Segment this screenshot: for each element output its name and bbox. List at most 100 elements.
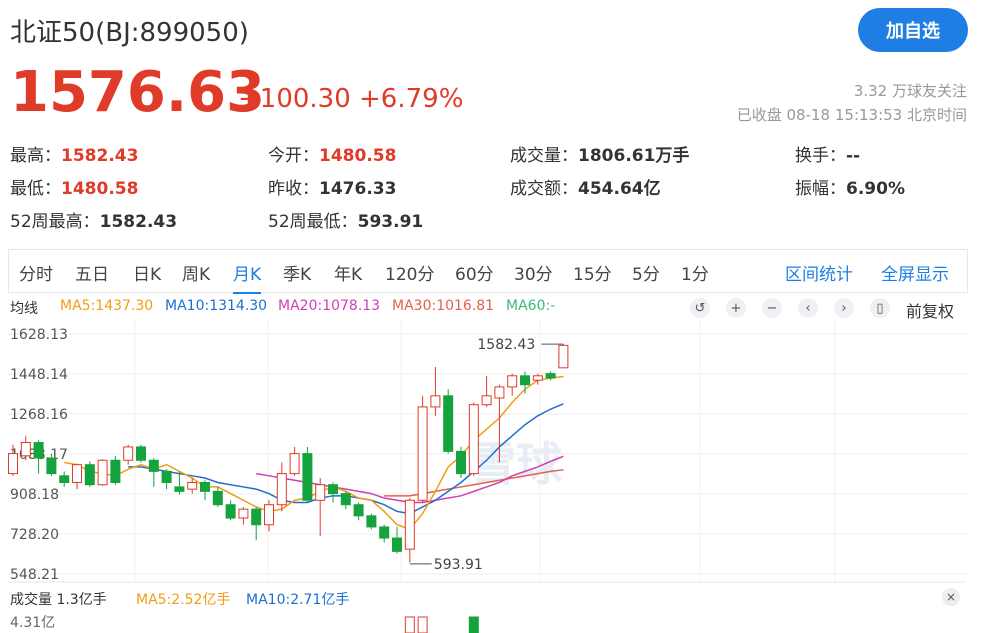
- high-marker-label: 1582.43: [477, 337, 535, 353]
- stat-value: 1476.33: [319, 179, 397, 199]
- stat-label: 今开：: [268, 146, 319, 166]
- volume-bar: [404, 616, 415, 633]
- candle-body: [59, 475, 70, 483]
- scroll-right-icon[interactable]: ›: [834, 298, 854, 318]
- tab-15min[interactable]: 15分: [573, 260, 612, 285]
- stat-item: 最高：1582.43: [10, 141, 138, 166]
- stat-label: 52周最高：: [10, 212, 100, 232]
- stat-item: 52周最低：593.91: [268, 207, 423, 232]
- tab-1min[interactable]: 1分: [681, 260, 709, 285]
- stat-value: 6.90%: [846, 179, 905, 199]
- candle-body: [404, 499, 415, 550]
- stat-item: 振幅：6.90%: [795, 174, 905, 199]
- index-title: 北证50(BJ:899050): [10, 18, 249, 48]
- price-change: +100.30 +6.79%: [238, 84, 464, 114]
- fullscreen-link[interactable]: 全屏显示: [881, 260, 949, 285]
- stat-value: 1480.58: [319, 146, 397, 166]
- y-tick-label: 908.18: [10, 487, 59, 503]
- ma10-value: MA10:1314.30: [165, 298, 268, 314]
- adjust-mode-selector[interactable]: 前复权: [906, 298, 954, 322]
- range-stats-link[interactable]: 区间统计: [785, 260, 853, 285]
- candle-body: [545, 373, 556, 379]
- stat-item: 52周最高：1582.43: [10, 207, 177, 232]
- tab-week-k[interactable]: 周K: [182, 260, 210, 285]
- y-tick-label: 548.21: [10, 567, 59, 583]
- stat-label: 最高：: [10, 146, 61, 166]
- candle-body: [366, 515, 377, 528]
- candle-body: [468, 404, 479, 475]
- candle-body: [430, 395, 441, 408]
- stat-item: 换手：--: [795, 141, 860, 166]
- stat-label: 振幅：: [795, 179, 846, 199]
- y-tick-label: 1268.16: [10, 407, 68, 423]
- volume-bar: [417, 616, 428, 633]
- stat-value: 1480.58: [61, 179, 139, 199]
- stat-value: --: [846, 146, 861, 166]
- candle-body: [328, 484, 338, 495]
- volume-label: 成交量 1.3亿手: [10, 592, 107, 608]
- period-tabs: 分时 五日 日K 周K 月K 季K 年K 120分 60分 30分 15分 5分…: [8, 249, 968, 294]
- candle-body: [46, 457, 57, 475]
- tab-30min[interactable]: 30分: [514, 260, 553, 285]
- tab-five-day[interactable]: 五日: [75, 260, 109, 285]
- stat-value: 454.64亿: [578, 179, 661, 199]
- tab-year-k[interactable]: 年K: [334, 260, 362, 285]
- tab-minute[interactable]: 分时: [19, 260, 53, 285]
- candle-body: [136, 446, 146, 461]
- tab-60min[interactable]: 60分: [455, 260, 494, 285]
- candle-body: [353, 504, 364, 517]
- stat-label: 52周最低：: [268, 212, 358, 232]
- stat-label: 成交量：: [510, 146, 578, 166]
- stat-value: 1582.43: [61, 146, 139, 166]
- ma30-value: MA30:1016.81: [392, 298, 495, 314]
- candle-body: [264, 504, 274, 526]
- stat-value: 593.91: [357, 212, 424, 232]
- zoom-in-icon[interactable]: +: [726, 298, 746, 318]
- candle-body: [392, 537, 402, 552]
- candle-body: [187, 481, 198, 490]
- candle-body: [443, 395, 454, 452]
- volume-bar: [468, 616, 479, 633]
- candle-body: [289, 453, 300, 475]
- candle-body: [532, 375, 543, 381]
- tab-120min[interactable]: 120分: [385, 260, 434, 285]
- scroll-left-icon[interactable]: ‹: [798, 298, 818, 318]
- candle-body: [72, 464, 82, 483]
- candle-style-icon[interactable]: ▯: [870, 298, 890, 318]
- tab-quarter-k[interactable]: 季K: [283, 260, 311, 285]
- y-tick-label: 728.20: [10, 527, 59, 543]
- y-tick-label: 1628.13: [10, 327, 68, 343]
- close-volume-icon[interactable]: ×: [942, 588, 960, 606]
- tab-day-k[interactable]: 日K: [133, 260, 161, 285]
- candle-body: [315, 484, 326, 501]
- low-marker-label: 593.91: [434, 557, 483, 573]
- candle-body: [558, 344, 569, 369]
- candle-body: [174, 486, 185, 492]
- candle-body: [212, 490, 223, 506]
- stat-item: 成交量：1806.61万手: [510, 141, 689, 166]
- stat-item: 今开：1480.58: [268, 141, 396, 166]
- candle-body: [123, 446, 134, 461]
- candle-body: [20, 441, 31, 457]
- candle-body: [302, 453, 313, 501]
- volume-ma10: MA10:2.71亿手: [246, 592, 350, 608]
- candle-body: [251, 508, 262, 526]
- ma5-value: MA5:1437.30: [60, 298, 154, 314]
- close-time: 已收盘 08-18 15:13:53 北京时间: [736, 106, 967, 124]
- tab-5min[interactable]: 5分: [632, 260, 660, 285]
- kline-chart[interactable]: 雪球 1628.131448.141268.161088.17908.18728…: [0, 320, 981, 633]
- volume-top-tick: 4.31亿: [10, 615, 56, 631]
- ma20-value: MA20:1078.13: [278, 298, 381, 314]
- add-to-watchlist-button[interactable]: 加自选: [858, 8, 968, 52]
- stat-label: 昨收：: [268, 179, 319, 199]
- volume-ma5: MA5:2.52亿手: [136, 592, 231, 608]
- zoom-out-icon[interactable]: −: [762, 298, 782, 318]
- candle-body: [379, 526, 390, 539]
- candle-body: [33, 441, 44, 459]
- tab-month-k[interactable]: 月K: [233, 260, 262, 294]
- undo-icon[interactable]: ↺: [690, 298, 710, 318]
- stat-label: 换手：: [795, 146, 846, 166]
- stat-item: 昨收：1476.33: [268, 174, 396, 199]
- candle-body: [507, 375, 518, 388]
- candle-body: [8, 453, 18, 475]
